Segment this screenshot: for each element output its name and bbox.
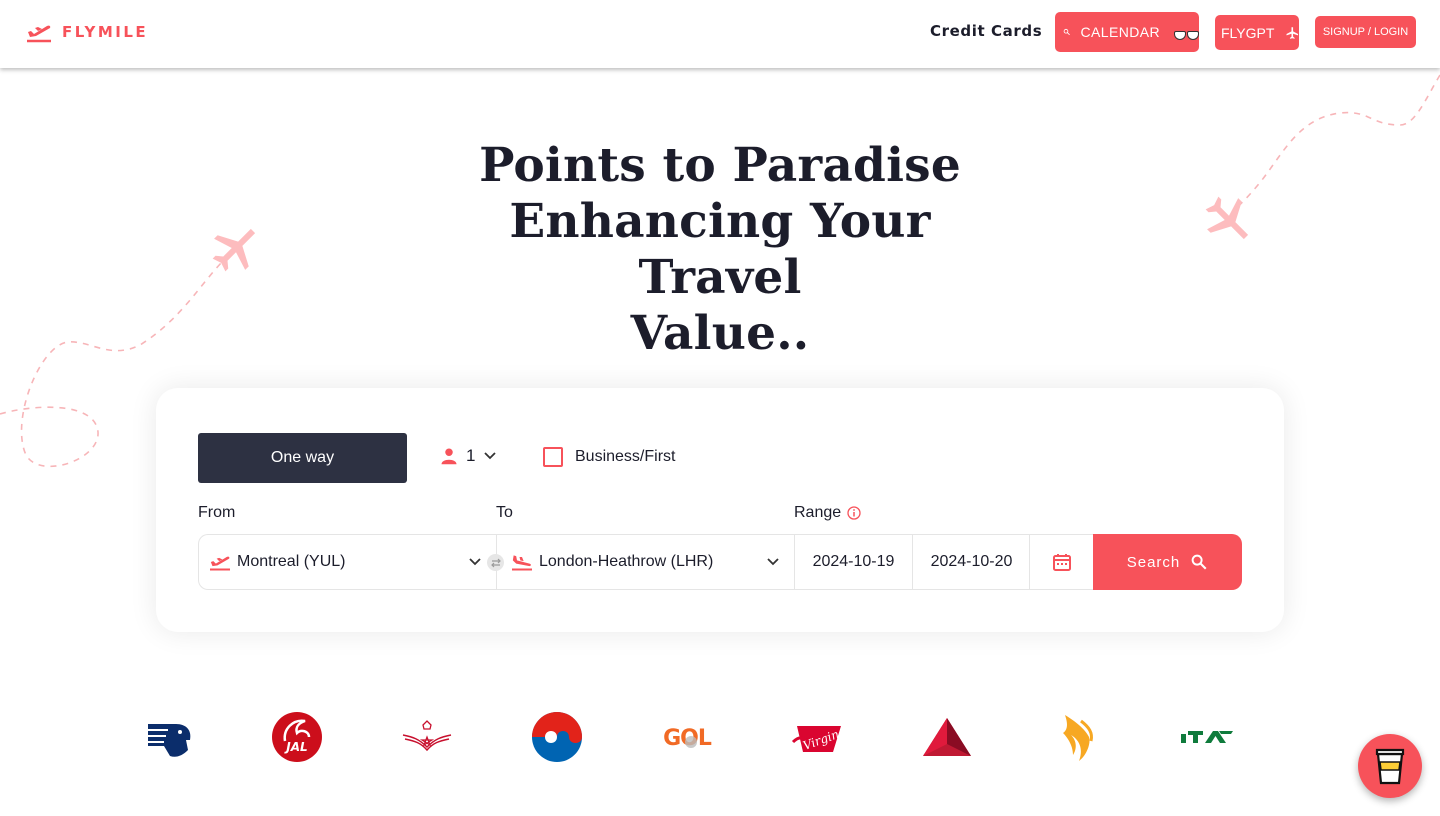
chevron-down-icon: [469, 558, 481, 566]
ita-airways-logo: [1177, 706, 1237, 768]
departure-plane-icon: [210, 556, 230, 571]
arrival-plane-icon: [512, 555, 532, 571]
plane-decoration-left-icon: [212, 228, 256, 272]
brand-name: FLYMILE: [62, 23, 149, 41]
from-label: From: [198, 504, 236, 521]
search-icon: [1063, 28, 1070, 36]
swap-airports-button[interactable]: [487, 554, 504, 571]
gol-logo: GOL: [657, 706, 717, 768]
from-airport-value: Montreal (YUL): [237, 553, 346, 570]
calendar-icon: [1053, 554, 1071, 571]
from-airport-select[interactable]: Montreal (YUL): [209, 535, 489, 589]
goggles-icon: [1174, 30, 1199, 40]
end-date-field[interactable]: 2024-10-20: [913, 535, 1030, 589]
korean-air-logo: [527, 706, 587, 768]
chevron-down-icon: [484, 452, 497, 460]
range-label: Range: [794, 504, 861, 522]
person-icon: [441, 448, 457, 465]
chevron-down-icon: [767, 558, 779, 566]
business-first-label: Business/First: [575, 448, 676, 465]
passenger-selector[interactable]: 1: [440, 446, 497, 466]
top-navbar: FLYMILE Credit Cards CALENDAR FLYGPT SIG…: [0, 0, 1440, 68]
search-button[interactable]: Search: [1093, 534, 1242, 590]
to-airport-select[interactable]: London-Heathrow (LHR): [511, 535, 791, 589]
search-icon: [1191, 554, 1207, 570]
calendar-picker-button[interactable]: [1030, 535, 1094, 589]
swap-icon: [490, 558, 501, 567]
hero-line-2: Enhancing Your Travel: [509, 194, 931, 305]
aeromexico-logo: [138, 706, 198, 768]
jal-logo: JAL: [267, 706, 327, 768]
virgin-atlantic-logo: Virgin: [787, 706, 847, 768]
plane-takeoff-icon: [27, 25, 51, 43]
hero-line-1: Points to Paradise: [479, 138, 961, 193]
signup-login-button[interactable]: SIGNUP / LOGIN: [1315, 16, 1416, 48]
calendar-button[interactable]: CALENDAR: [1055, 12, 1199, 52]
delta-logo: [917, 706, 977, 768]
buy-me-a-coffee-button[interactable]: [1358, 734, 1422, 798]
flight-search-card: [156, 388, 1284, 632]
to-airport-value: London-Heathrow (LHR): [539, 553, 714, 570]
start-date-field[interactable]: 2024-10-19: [795, 535, 912, 589]
credit-cards-link[interactable]: Credit Cards: [930, 22, 1042, 40]
search-button-label: Search: [1126, 553, 1181, 571]
business-first-option[interactable]: Business/First: [543, 447, 675, 467]
airplane-icon: [1286, 26, 1299, 39]
passenger-count: 1: [466, 446, 476, 465]
to-label: To: [496, 504, 513, 521]
coffee-cup-icon: [1375, 748, 1405, 785]
airline-logos-strip: JAL GOL Virgin: [0, 706, 1440, 768]
search-fields-group: Montreal (YUL) London-Heathrow (LHR) 202…: [198, 534, 1093, 590]
singapore-airlines-logo: [1047, 706, 1107, 768]
flygpt-label: FLYGPT: [1221, 24, 1275, 41]
brand-logo[interactable]: FLYMILE: [26, 20, 148, 44]
royal-air-maroc-logo: [397, 706, 457, 768]
plane-decoration-right-icon: [1205, 196, 1249, 240]
jal-logo-text: JAL: [284, 740, 307, 754]
hero-line-3: Value..: [630, 306, 810, 361]
flygpt-button[interactable]: FLYGPT: [1215, 15, 1299, 50]
business-first-checkbox[interactable]: [543, 447, 563, 467]
info-icon[interactable]: [847, 506, 861, 520]
trip-type-button[interactable]: One way: [198, 433, 407, 483]
calendar-label: CALENDAR: [1080, 24, 1160, 40]
hero-title: Points to Paradise Enhancing Your Travel…: [420, 138, 1020, 362]
